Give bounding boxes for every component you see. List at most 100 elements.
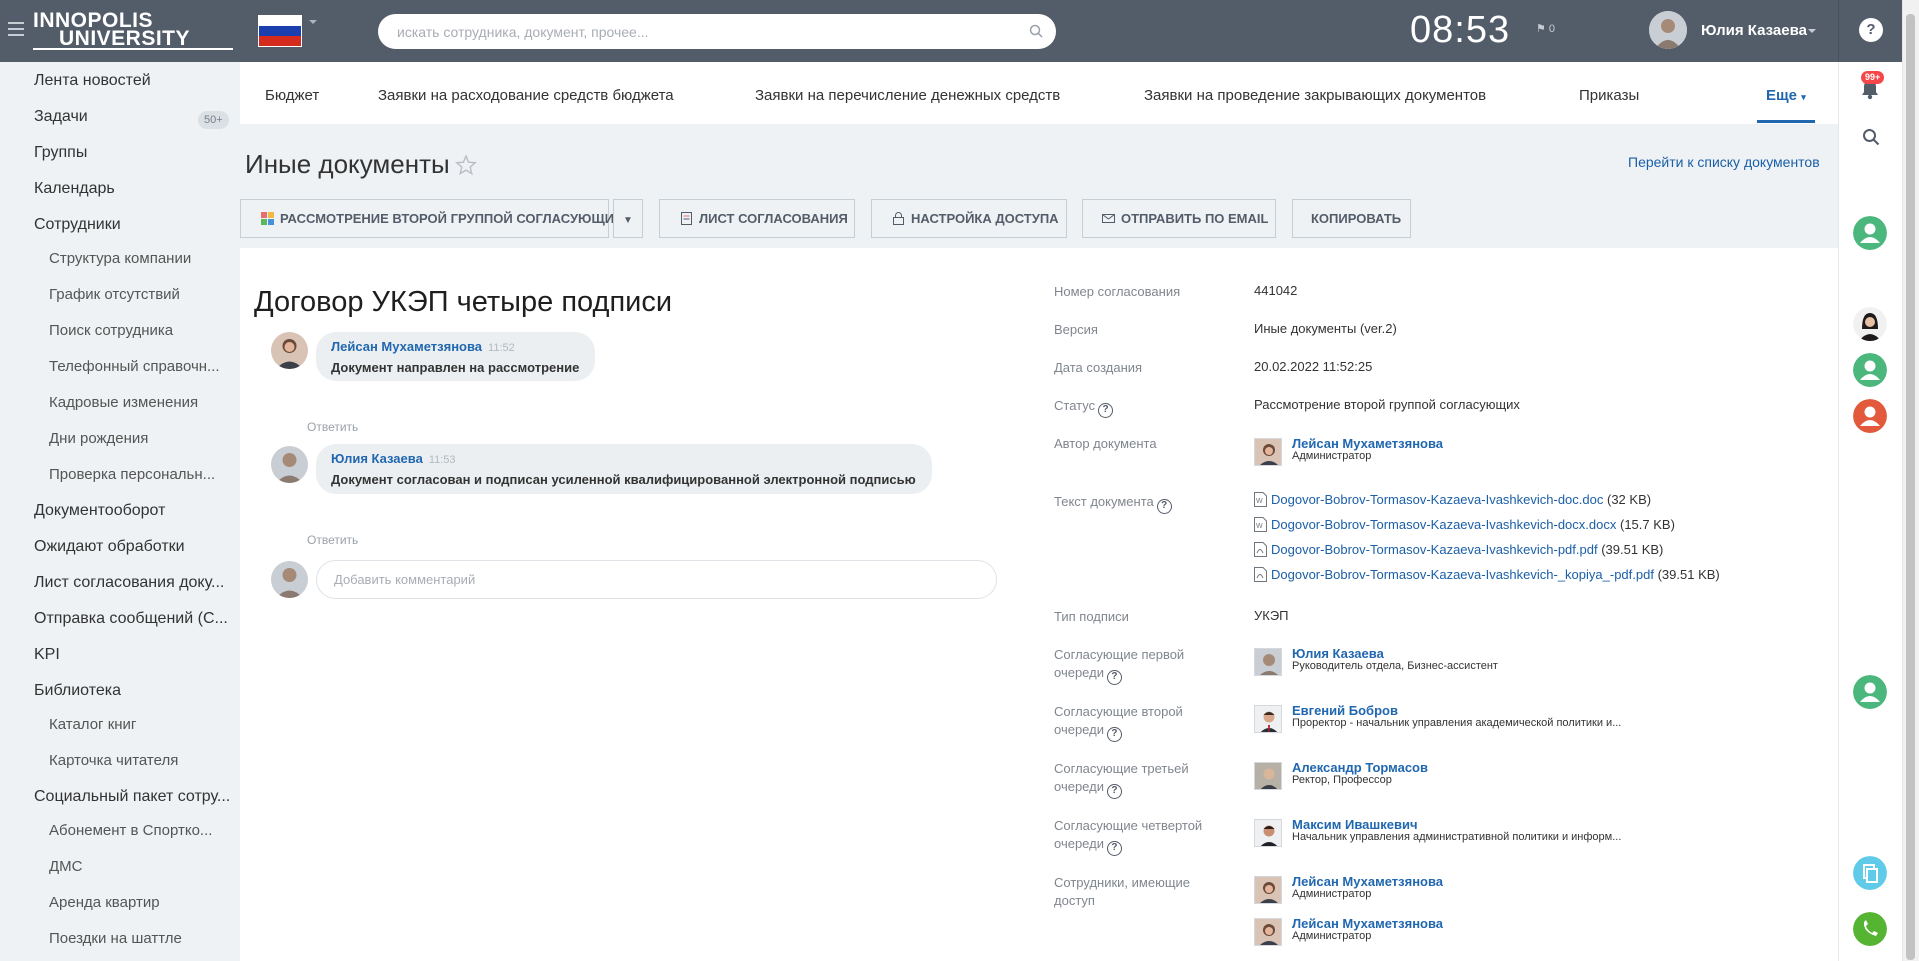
search-icon[interactable]	[1862, 128, 1880, 146]
file-link[interactable]: Dogovor-Bobrov-Tormasov-Kazaeva-Ivashkev…	[1271, 517, 1616, 532]
menu-item-employees[interactable]: Сотрудники	[34, 216, 234, 234]
person-name[interactable]: Александр Тормасов	[1292, 760, 1428, 775]
contact-avatar[interactable]	[1853, 399, 1887, 433]
mail-icon	[1102, 214, 1115, 223]
reply-link[interactable]: Ответить	[307, 420, 358, 434]
menu-item-news[interactable]: Лента новостей	[34, 72, 234, 90]
right-rail	[1838, 62, 1902, 961]
menu-sub-sport[interactable]: Абонемент в Спортко...	[49, 822, 229, 839]
language-caret-icon[interactable]	[309, 20, 317, 24]
menu-sub-apartments[interactable]: Аренда квартир	[49, 894, 229, 911]
contact-avatar[interactable]	[1853, 307, 1887, 341]
menu-sub-book-catalog[interactable]: Каталог книг	[49, 716, 229, 733]
university-logo[interactable]: INNOPOLIS UNIVERSITY	[33, 10, 233, 50]
menu-toggle-icon[interactable]	[8, 22, 24, 36]
menu-item-messages[interactable]: Отправка сообщений (С...	[34, 610, 234, 628]
menu-sub-absences[interactable]: График отсутствий	[49, 286, 229, 303]
help-question-icon[interactable]: ?	[1156, 499, 1172, 514]
help-question-icon[interactable]: ?	[1106, 841, 1122, 856]
person-name[interactable]: Евгений Бобров	[1292, 703, 1398, 718]
goto-documents-link[interactable]: Перейти к списку документов	[1628, 154, 1820, 170]
menu-item-social-package[interactable]: Социальный пакет сотру...	[34, 788, 234, 806]
person-name[interactable]: Лейсан Мухаметзянова	[1292, 916, 1443, 931]
tab-closing-docs[interactable]: Заявки на проведение закрывающих докумен…	[1144, 87, 1486, 104]
person-avatar[interactable]	[1254, 705, 1282, 733]
menu-item-calendar[interactable]: Календарь	[34, 180, 234, 198]
user-menu-caret-icon[interactable]	[1808, 29, 1816, 33]
person-role: Проректор - начальник управления академи…	[1292, 717, 1622, 729]
access-settings-button[interactable]: Настройка доступа	[871, 199, 1067, 238]
copy-button[interactable]: Копировать	[1292, 199, 1411, 238]
help-question-icon[interactable]: ?	[1106, 670, 1122, 685]
contact-avatar[interactable]	[1853, 216, 1887, 250]
person-role: Ректор, Профессор	[1292, 774, 1392, 786]
menu-item-groups[interactable]: Группы	[34, 144, 234, 162]
menu-sub-structure[interactable]: Структура компании	[49, 250, 229, 267]
menu-sub-hr-changes[interactable]: Кадровые изменения	[49, 394, 229, 411]
menu-sub-phonebook[interactable]: Телефонный справочн...	[49, 358, 229, 375]
person-name[interactable]: Максим Ивашкевич	[1292, 817, 1418, 832]
help-question-icon[interactable]: ?	[1098, 403, 1114, 418]
tasks-badge: 50+	[198, 111, 229, 129]
review-dropdown-button[interactable]: ▼	[613, 199, 643, 238]
help-icon[interactable]: ?	[1859, 18, 1883, 42]
active-tab-underline	[1757, 120, 1815, 123]
send-email-button[interactable]: Отправить по email	[1082, 199, 1276, 238]
favorite-star-icon[interactable]	[455, 154, 477, 176]
clock[interactable]: 08:53	[1410, 9, 1510, 52]
contact-avatar[interactable]	[1853, 353, 1887, 387]
file-link[interactable]: Dogovor-Bobrov-Tormasov-Kazaeva-Ivashkev…	[1271, 567, 1654, 582]
menu-sub-dms[interactable]: ДМС	[49, 858, 229, 875]
menu-sub-search-employee[interactable]: Поиск сотрудника	[49, 322, 229, 339]
comment-avatar[interactable]	[271, 446, 308, 483]
person-avatar[interactable]	[1254, 876, 1282, 904]
comment-avatar[interactable]	[271, 332, 308, 369]
menu-item-awaiting[interactable]: Ожидают обработки	[34, 538, 234, 556]
file-link[interactable]: Dogovor-Bobrov-Tormasov-Kazaeva-Ivashkev…	[1271, 492, 1603, 507]
prop-label-queue3: Согласующие третьей очереди?	[1054, 760, 1204, 799]
person-name[interactable]: Лейсан Мухаметзянова	[1292, 874, 1443, 889]
person-avatar[interactable]	[1254, 762, 1282, 790]
file-link[interactable]: Dogovor-Bobrov-Tormasov-Kazaeva-Ivashkev…	[1271, 542, 1598, 557]
prop-label-created: Дата создания	[1054, 360, 1143, 375]
language-flag-icon[interactable]	[258, 15, 302, 47]
person-avatar[interactable]	[1254, 918, 1282, 946]
copy-chat-icon[interactable]	[1853, 856, 1887, 890]
tab-orders[interactable]: Приказы	[1579, 87, 1639, 104]
phone-icon[interactable]	[1853, 912, 1887, 946]
comment-author[interactable]: Юлия Казаева	[331, 451, 423, 466]
tab-budget-requests[interactable]: Заявки на расходование средств бюджета	[378, 87, 674, 104]
person-avatar[interactable]	[1254, 819, 1282, 847]
tab-transfer-requests[interactable]: Заявки на перечисление денежных средств	[755, 87, 1060, 104]
flag-counter[interactable]: ⚑ 0	[1536, 22, 1555, 35]
menu-item-kpi[interactable]: KPI	[34, 646, 234, 664]
scrollbar-thumb[interactable]	[1906, 14, 1915, 960]
tab-budget[interactable]: Бюджет	[265, 87, 319, 104]
tab-more[interactable]: Еще ▾	[1766, 87, 1806, 104]
menu-item-approval-sheet[interactable]: Лист согласования доку...	[34, 574, 234, 592]
person-name[interactable]: Лейсан Мухаметзянова	[1292, 436, 1443, 451]
person-avatar[interactable]	[1254, 648, 1282, 676]
help-question-icon[interactable]: ?	[1106, 784, 1122, 799]
reply-link[interactable]: Ответить	[307, 533, 358, 547]
add-comment-input[interactable]	[317, 561, 977, 598]
menu-sub-personal-check[interactable]: Проверка персональн...	[49, 466, 229, 483]
user-avatar[interactable]	[1649, 11, 1687, 49]
person-name[interactable]: Юлия Казаева	[1292, 646, 1384, 661]
menu-item-docflow[interactable]: Документооборот	[34, 502, 234, 520]
contact-avatar[interactable]	[1853, 675, 1887, 709]
menu-sub-birthdays[interactable]: Дни рождения	[49, 430, 229, 447]
comment-author[interactable]: Лейсан Мухаметзянова	[331, 339, 482, 354]
help-question-icon[interactable]: ?	[1106, 727, 1122, 742]
search-icon[interactable]	[1029, 24, 1043, 38]
menu-sub-shuttle[interactable]: Поездки на шаттле	[49, 930, 229, 947]
person-avatar[interactable]	[1254, 438, 1282, 466]
menu-item-library[interactable]: Библиотека	[34, 682, 234, 700]
file-size: (15.7 KB)	[1620, 517, 1675, 532]
global-search	[378, 14, 1056, 49]
search-input[interactable]	[378, 14, 978, 49]
user-name[interactable]: Юлия Казаева	[1701, 22, 1807, 39]
menu-sub-reader-card[interactable]: Карточка читателя	[49, 752, 229, 769]
approval-sheet-button[interactable]: Лист согласования	[659, 199, 855, 238]
review-status-button[interactable]: Рассмотрение второй группой согласующих	[240, 199, 623, 238]
